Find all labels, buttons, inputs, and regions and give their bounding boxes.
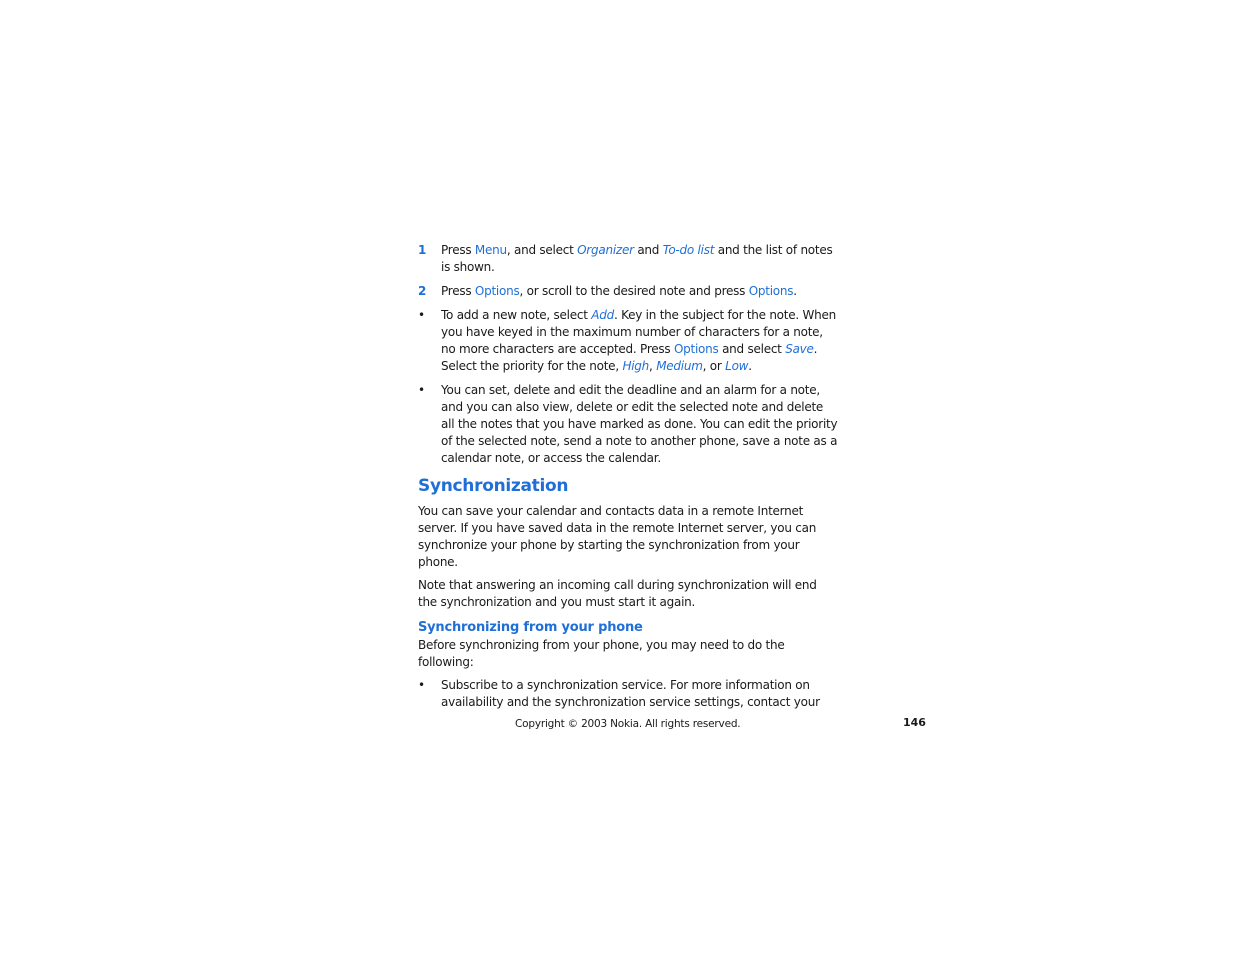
menu-option-label: Add: [591, 308, 614, 322]
bullet-text: To add a new note, select Add. Key in th…: [441, 308, 836, 373]
step-item: 1 Press Menu, and select Organizer and T…: [418, 242, 838, 276]
page-number: 146: [903, 716, 926, 729]
text-run: .: [793, 284, 797, 298]
step-text: Press Menu, and select Organizer and To-…: [441, 243, 833, 274]
section-paragraph: You can save your calendar and contacts …: [418, 504, 817, 569]
bullet-icon: •: [418, 308, 425, 322]
bullet-item: • You can set, delete and edit the deadl…: [418, 382, 838, 467]
bullet-icon: •: [418, 678, 425, 692]
menu-option-label: Save: [785, 342, 814, 356]
key-label: Options: [748, 284, 794, 298]
key-label: Menu: [474, 243, 507, 257]
text-run: To add a new note, select: [441, 308, 592, 322]
bullet-text: Subscribe to a synchronization service. …: [441, 678, 820, 709]
text-run: .: [748, 359, 752, 373]
text-run: , or scroll to the desired note and pres…: [519, 284, 749, 298]
subsection-intro: Before synchronizing from your phone, yo…: [418, 638, 785, 669]
text-run: Press: [441, 243, 475, 257]
section-paragraph: Note that answering an incoming call dur…: [418, 578, 817, 609]
step-item: 2 Press Options, or scroll to the desire…: [418, 283, 838, 300]
text-run: , and select: [506, 243, 578, 257]
bullet-icon: •: [418, 383, 425, 397]
text-run: Press: [441, 284, 475, 298]
copyright-footer: Copyright © 2003 Nokia. All rights reser…: [515, 718, 741, 730]
key-label: Options: [673, 342, 719, 356]
menu-option-label: Low: [725, 359, 749, 373]
bullet-item: • Subscribe to a synchronization service…: [418, 677, 838, 711]
steps-list: 1 Press Menu, and select Organizer and T…: [418, 242, 838, 300]
menu-option-label: Medium: [656, 359, 703, 373]
step-number: 1: [418, 243, 427, 257]
bullet-text: You can set, delete and edit the deadlin…: [441, 383, 838, 465]
subsection-heading: Synchronizing from your phone: [418, 620, 643, 635]
text-run: You can set, delete and edit the deadlin…: [441, 383, 838, 465]
section-heading: Synchronization: [418, 476, 569, 496]
step-number: 2: [418, 284, 427, 298]
bullet-item: • To add a new note, select Add. Key in …: [418, 307, 838, 375]
menu-option-label: To-do list: [662, 243, 715, 257]
key-label: Options: [474, 284, 520, 298]
menu-option-label: Organizer: [577, 243, 634, 257]
step-text: Press Options, or scroll to the desired …: [441, 284, 797, 298]
page-content: 1 Press Menu, and select Organizer and T…: [418, 242, 838, 718]
text-run: , or: [702, 359, 726, 373]
menu-option-label: High: [622, 359, 650, 373]
bullet-list: • To add a new note, select Add. Key in …: [418, 307, 838, 467]
text-run: and select: [718, 342, 786, 356]
text-run: and: [633, 243, 663, 257]
